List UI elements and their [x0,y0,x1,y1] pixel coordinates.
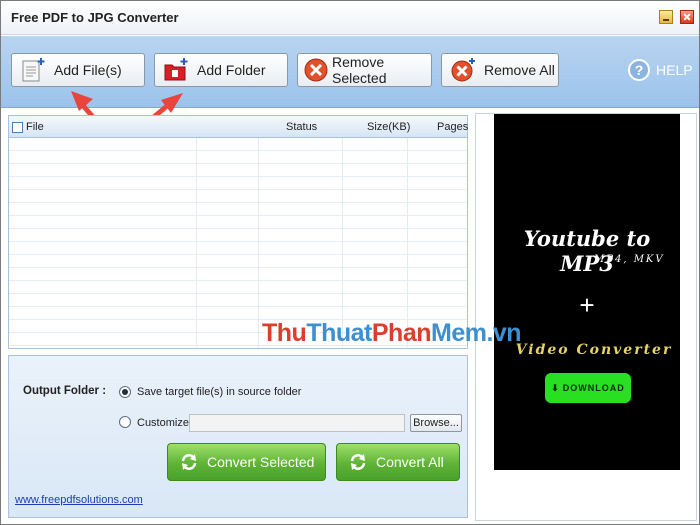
add-folder-button[interactable]: Add Folder [154,53,288,87]
remove-selected-label: Remove Selected [332,54,387,86]
output-section: Output Folder : Save target file(s) in s… [8,355,468,518]
file-list-rows [9,138,467,348]
app-window: Free PDF to JPG Converter Add File(s) Ad… [0,0,700,525]
refresh-arrows-icon [348,452,368,472]
empty-row [9,268,467,281]
add-files-button[interactable]: Add File(s) [11,53,145,87]
remove-x-icon [303,57,329,83]
title-bar: Free PDF to JPG Converter [1,1,699,35]
watermark-part: Thuat [306,319,372,347]
remove-all-button[interactable]: Remove All [441,53,559,87]
empty-row [9,203,467,216]
folder-plus-icon [163,57,189,83]
ad-download-label: DOWNLOAD [562,383,625,393]
empty-row [9,138,467,151]
add-folder-label: Add Folder [197,62,266,78]
ad-panel: Youtube to MP3 MP4, MKV + Video Converte… [475,113,697,521]
document-plus-icon [20,57,46,83]
column-status[interactable]: Status [286,121,317,133]
empty-row [9,229,467,242]
source-folder-label[interactable]: Save target file(s) in source folder [137,386,301,398]
empty-row [9,151,467,164]
source-folder-radio[interactable] [119,386,131,398]
customize-radio[interactable] [119,416,131,428]
empty-row [9,177,467,190]
ad-title: Youtube to MP3 [523,226,651,276]
empty-row [9,216,467,229]
help-button[interactable]: ? HELP [628,59,693,81]
convert-selected-label: Convert Selected [207,454,315,470]
file-list[interactable]: File Status Size(KB) Pages [8,115,468,349]
remove-x-plus-icon [450,57,476,83]
custom-folder-input[interactable] [189,414,405,432]
ad-plus: + [579,290,595,320]
convert-selected-button[interactable]: Convert Selected [167,443,326,481]
refresh-arrows-icon [179,452,199,472]
file-list-header: File Status Size(KB) Pages [9,116,468,138]
download-arrow-icon: ⬇ [551,382,560,393]
browse-button[interactable]: Browse... [410,414,462,432]
column-file: File [12,121,44,133]
output-folder-label: Output Folder : [23,385,107,397]
website-link[interactable]: www.freepdfsolutions.com [15,494,143,506]
close-button[interactable] [680,10,694,24]
question-icon: ? [628,59,650,81]
ad-video-converter: Video Converter [515,342,673,358]
ad-subtitle: MP4, MKV [594,254,665,265]
watermark-part: Phan [371,319,432,347]
column-file-label: File [26,121,44,133]
watermark-part: Mem.vn [431,319,522,347]
toolbar: Add File(s) Add Folder Remove Selected R… [1,36,699,108]
convert-all-label: Convert All [376,454,444,470]
column-pages[interactable]: Pages [437,121,468,133]
customize-label[interactable]: Customize : [137,417,195,429]
convert-all-button[interactable]: Convert All [336,443,460,481]
help-label: HELP [656,62,693,78]
remove-selected-button[interactable]: Remove Selected [297,53,432,87]
minimize-button[interactable] [659,10,673,24]
empty-row [9,294,467,307]
watermark-part: Thu [262,319,307,347]
window-title: Free PDF to JPG Converter [11,10,179,25]
empty-row [9,255,467,268]
column-size[interactable]: Size(KB) [367,121,410,133]
remove-all-label: Remove All [484,62,555,78]
ad-banner[interactable]: Youtube to MP3 MP4, MKV + Video Converte… [494,114,680,470]
watermark: ThuThuatPhanMem.vn [262,319,522,348]
empty-row [9,242,467,255]
empty-row [9,281,467,294]
ad-download-button[interactable]: ⬇ DOWNLOAD [545,373,631,403]
empty-row [9,164,467,177]
empty-row [9,190,467,203]
add-files-label: Add File(s) [54,62,122,78]
select-all-checkbox[interactable] [12,121,23,133]
